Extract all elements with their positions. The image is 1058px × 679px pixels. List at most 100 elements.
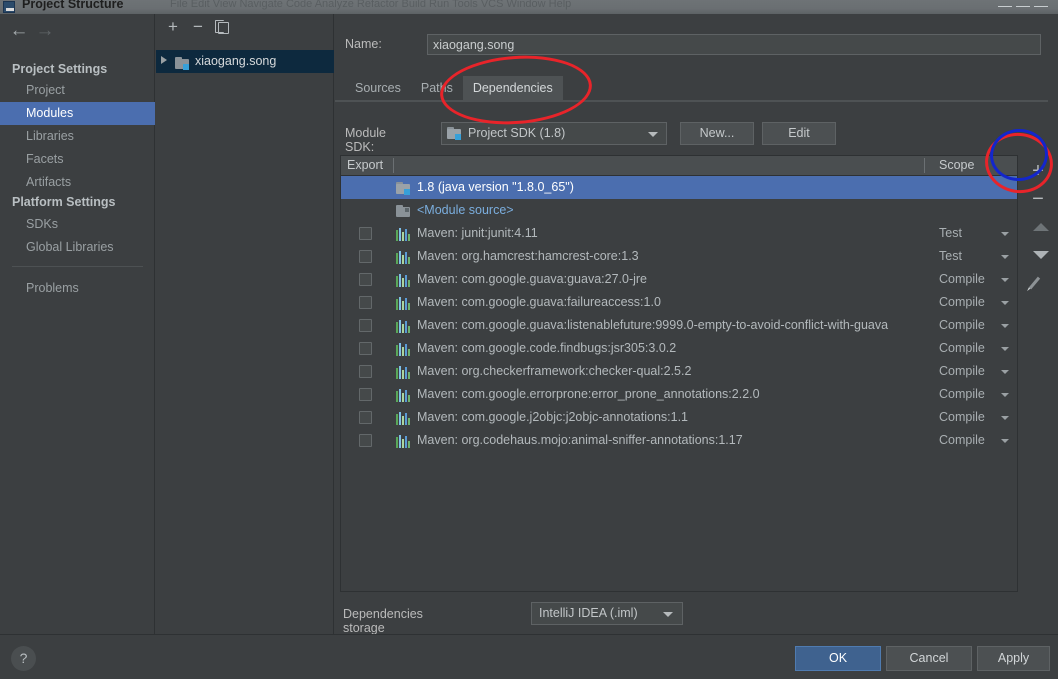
- edit-dependency-icon[interactable]: [1021, 269, 1055, 297]
- dependency-scope[interactable]: Compile: [939, 360, 985, 383]
- table-row[interactable]: Maven: com.google.guava:guava:27.0-jre C…: [341, 268, 1017, 291]
- column-header-scope[interactable]: Scope: [939, 156, 974, 175]
- tab-dependencies[interactable]: Dependencies: [462, 76, 563, 100]
- dependency-name: Maven: junit:junit:4.11: [417, 226, 538, 240]
- export-checkbox[interactable]: [359, 296, 372, 309]
- expand-triangle-icon[interactable]: [161, 56, 167, 64]
- column-header-export[interactable]: Export: [347, 156, 383, 175]
- chevron-down-icon[interactable]: [1001, 439, 1009, 443]
- table-row[interactable]: Maven: com.google.guava:failureaccess:1.…: [341, 291, 1017, 314]
- chevron-down-icon[interactable]: [1001, 324, 1009, 328]
- dependency-scope[interactable]: Compile: [939, 383, 985, 406]
- cancel-button[interactable]: Cancel: [886, 646, 972, 671]
- module-sdk-label: Module SDK:: [345, 126, 386, 154]
- module-tree-row[interactable]: xiaogang.song: [156, 50, 334, 73]
- remove-module-button[interactable]: −: [187, 17, 209, 37]
- table-row[interactable]: 1.8 (java version "1.8.0_65"): [341, 176, 1017, 199]
- chevron-down-icon[interactable]: [1001, 347, 1009, 351]
- dependency-scope[interactable]: Compile: [939, 291, 985, 314]
- chevron-down-icon: [648, 132, 658, 137]
- settings-sidebar: ← → Project Settings Project Modules Lib…: [0, 14, 155, 634]
- export-checkbox[interactable]: [359, 227, 372, 240]
- chevron-down-icon[interactable]: [1001, 232, 1009, 236]
- module-name-input[interactable]: [427, 34, 1041, 55]
- sidebar-item-global-libraries[interactable]: Global Libraries: [0, 236, 155, 259]
- tab-paths[interactable]: Paths: [411, 76, 463, 100]
- remove-dependency-button[interactable]: −: [1021, 185, 1055, 213]
- sidebar-item-libraries[interactable]: Libraries: [0, 125, 155, 148]
- module-sdk-select[interactable]: Project SDK (1.8): [441, 122, 667, 145]
- table-row[interactable]: <Module source>: [341, 199, 1017, 222]
- dependency-scope[interactable]: Compile: [939, 429, 985, 452]
- sidebar-divider: [12, 266, 143, 267]
- move-up-icon[interactable]: [1021, 213, 1055, 241]
- module-editor-pane: Name: Sources Paths Dependencies Module …: [335, 14, 1058, 649]
- new-sdk-button[interactable]: New...: [680, 122, 754, 145]
- sidebar-item-facets[interactable]: Facets: [0, 148, 155, 171]
- export-checkbox[interactable]: [359, 250, 372, 263]
- move-down-icon[interactable]: [1021, 241, 1055, 269]
- table-row[interactable]: Maven: com.google.guava:listenablefuture…: [341, 314, 1017, 337]
- forward-arrow-icon[interactable]: →: [32, 20, 58, 42]
- chevron-down-icon[interactable]: [1001, 278, 1009, 282]
- sidebar-item-artifacts[interactable]: Artifacts: [0, 171, 155, 194]
- edit-sdk-button[interactable]: Edit: [762, 122, 836, 145]
- add-module-button[interactable]: +: [162, 17, 184, 37]
- table-body: 1.8 (java version "1.8.0_65") <Module so…: [341, 176, 1017, 591]
- sidebar-item-problems[interactable]: Problems: [0, 277, 155, 300]
- dependency-name: Maven: com.google.guava:guava:27.0-jre: [417, 272, 648, 286]
- export-checkbox[interactable]: [359, 388, 372, 401]
- help-button[interactable]: ?: [11, 646, 36, 671]
- column-divider-scope[interactable]: [924, 158, 925, 173]
- table-row[interactable]: Maven: com.google.j2objc:j2objc-annotati…: [341, 406, 1017, 429]
- dependency-scope[interactable]: Compile: [939, 268, 985, 291]
- sidebar-group-project-settings: Project Settings: [12, 62, 108, 76]
- chevron-down-icon[interactable]: [1001, 370, 1009, 374]
- export-checkbox[interactable]: [359, 273, 372, 286]
- chevron-down-icon[interactable]: [1001, 301, 1009, 305]
- chevron-down-icon[interactable]: [1001, 393, 1009, 397]
- table-row[interactable]: Maven: com.google.code.findbugs:jsr305:3…: [341, 337, 1017, 360]
- back-arrow-icon[interactable]: ←: [6, 20, 32, 42]
- chevron-down-icon[interactable]: [1001, 255, 1009, 259]
- table-row[interactable]: Maven: com.google.errorprone:error_prone…: [341, 383, 1017, 406]
- sidebar-item-modules[interactable]: Modules: [0, 102, 155, 125]
- add-dependency-button[interactable]: +: [1021, 157, 1055, 185]
- dependency-name: Maven: com.google.j2objc:j2objc-annotati…: [417, 410, 689, 424]
- tab-underline: [335, 100, 1048, 102]
- dependency-scope[interactable]: Compile: [939, 314, 985, 337]
- export-checkbox[interactable]: [359, 411, 372, 424]
- dependency-scope[interactable]: Compile: [939, 337, 985, 360]
- dependency-name: 1.8 (java version "1.8.0_65"): [417, 180, 574, 194]
- dependency-scope[interactable]: Test: [939, 222, 962, 245]
- ghost-menu-bar: File Edit View Navigate Code Analyze Ref…: [170, 0, 572, 10]
- export-checkbox[interactable]: [359, 365, 372, 378]
- apply-button[interactable]: Apply: [977, 646, 1050, 671]
- dependency-scope[interactable]: Test: [939, 245, 962, 268]
- dependency-name: Maven: org.codehaus.mojo:animal-sniffer-…: [417, 433, 743, 447]
- storage-format-select[interactable]: IntelliJ IDEA (.iml): [531, 602, 683, 625]
- table-row[interactable]: Maven: org.hamcrest:hamcrest-core:1.3 Te…: [341, 245, 1017, 268]
- table-row[interactable]: Maven: org.checkerframework:checker-qual…: [341, 360, 1017, 383]
- storage-format-value: IntelliJ IDEA (.iml): [539, 606, 638, 620]
- editor-tabs: Sources Paths Dependencies: [345, 76, 563, 100]
- ok-button[interactable]: OK: [795, 646, 881, 671]
- table-row[interactable]: Maven: org.codehaus.mojo:animal-sniffer-…: [341, 429, 1017, 452]
- table-header: Export Scope: [341, 156, 1017, 176]
- copy-module-icon[interactable]: [212, 17, 234, 37]
- chevron-down-icon[interactable]: [1001, 416, 1009, 420]
- sidebar-item-sdks[interactable]: SDKs: [0, 213, 155, 236]
- column-divider-export[interactable]: [393, 158, 394, 173]
- dependency-name: Maven: com.google.guava:failureaccess:1.…: [417, 295, 661, 309]
- dependency-name: Maven: com.google.guava:listenablefuture…: [417, 318, 889, 332]
- table-row[interactable]: Maven: junit:junit:4.11 Test: [341, 222, 1017, 245]
- dependency-scope[interactable]: Compile: [939, 406, 985, 429]
- sidebar-group-platform-settings: Platform Settings: [12, 195, 116, 209]
- export-checkbox[interactable]: [359, 434, 372, 447]
- export-checkbox[interactable]: [359, 342, 372, 355]
- sidebar-item-project[interactable]: Project: [0, 79, 155, 102]
- tab-sources[interactable]: Sources: [345, 76, 411, 100]
- export-checkbox[interactable]: [359, 319, 372, 332]
- modules-toolbar: + −: [156, 14, 334, 40]
- window-controls[interactable]: [996, 2, 1052, 10]
